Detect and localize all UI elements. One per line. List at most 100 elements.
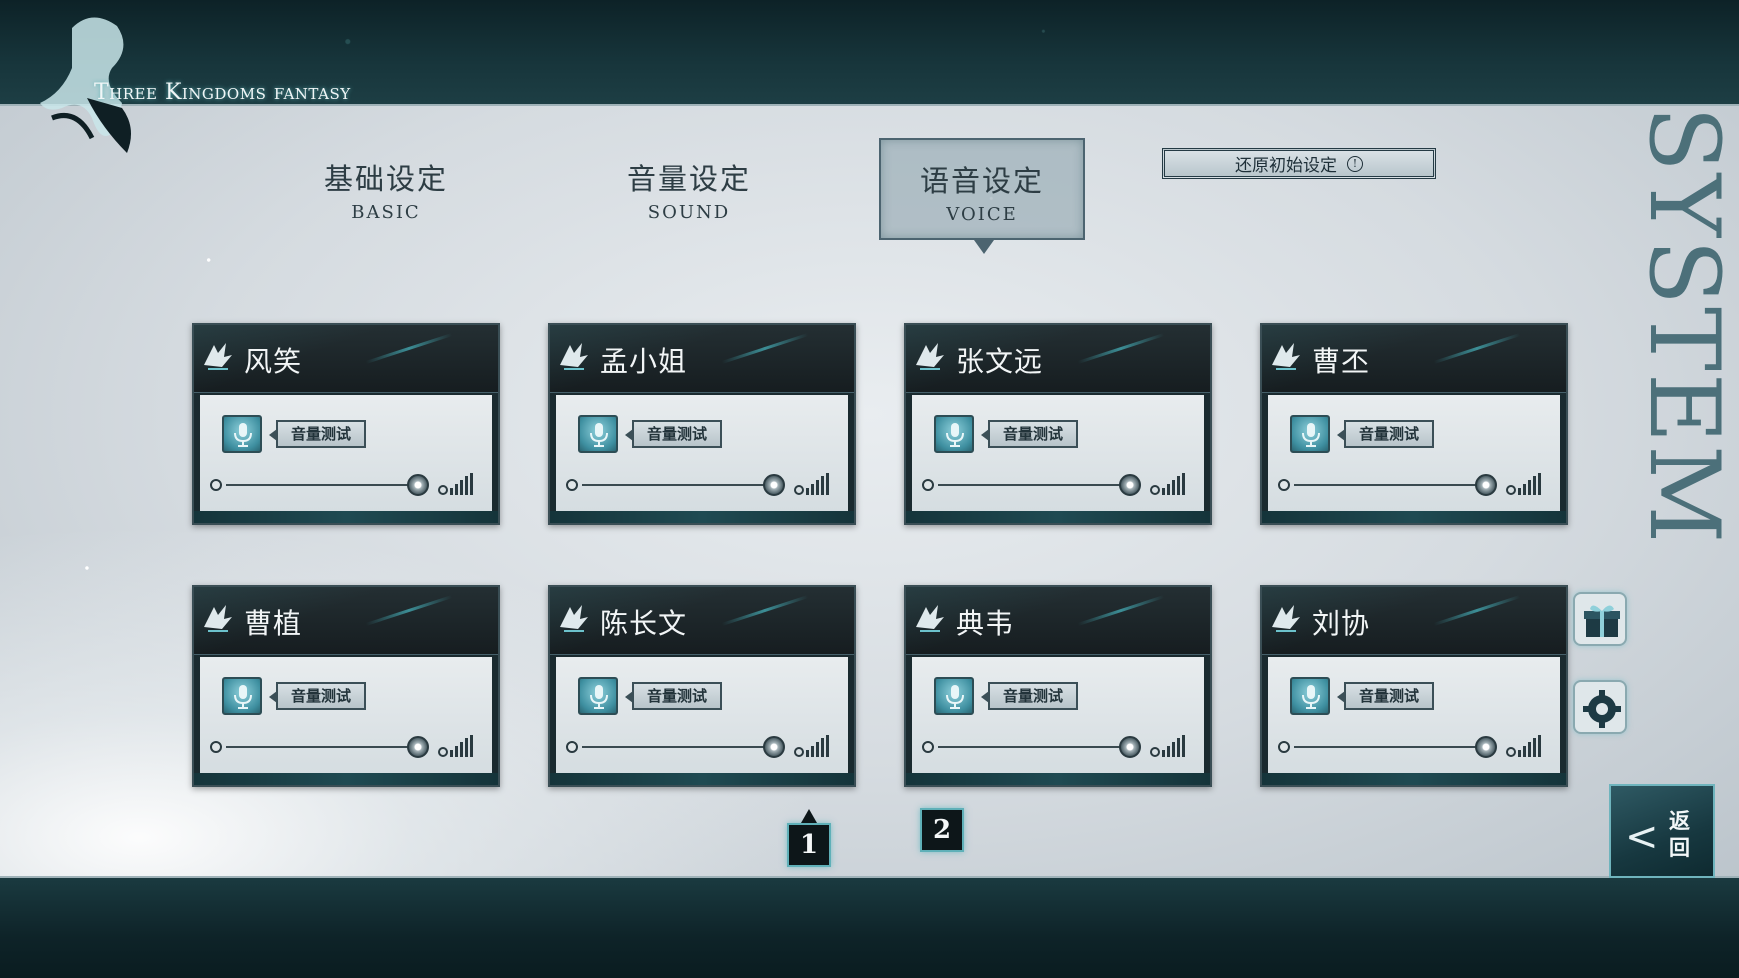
volume-test-button[interactable]: 音量测试	[981, 420, 1078, 448]
voice-card-body: 音量测试	[556, 395, 848, 511]
volume-slider[interactable]	[564, 735, 834, 759]
page-button-1[interactable]: 1	[787, 809, 831, 867]
volume-track[interactable]	[582, 746, 778, 748]
volume-test-button[interactable]: 音量测试	[269, 682, 366, 710]
tab-sound[interactable]: 音量设定 SOUND	[586, 138, 792, 240]
volume-min-icon	[566, 741, 578, 753]
volume-min-icon	[1278, 741, 1290, 753]
voice-card: 典韦 音量测试	[904, 585, 1212, 787]
voice-card: 曹植 音量测试	[192, 585, 500, 787]
microphone-icon	[590, 685, 608, 709]
microphone-icon	[1302, 685, 1320, 709]
volume-slider[interactable]	[208, 735, 478, 759]
character-emblem-icon	[916, 343, 944, 370]
voice-card-header: 刘协	[1262, 587, 1566, 655]
voice-card-body: 音量测试	[1268, 395, 1560, 511]
microphone-icon	[946, 423, 964, 447]
volume-test-button[interactable]: 音量测试	[625, 420, 722, 448]
settings-button[interactable]	[1573, 680, 1627, 734]
volume-level-icon	[1150, 735, 1185, 757]
tab-voice[interactable]: 语音设定 VOICE	[879, 138, 1085, 254]
volume-min-icon	[210, 741, 222, 753]
voice-card: 刘协 音量测试	[1260, 585, 1568, 787]
voice-card: 孟小姐 音量测试	[548, 323, 856, 525]
mic-button[interactable]	[578, 677, 618, 715]
volume-test-button[interactable]: 音量测试	[981, 682, 1078, 710]
microphone-icon	[946, 685, 964, 709]
volume-track[interactable]	[938, 746, 1134, 748]
volume-level-icon	[1506, 473, 1541, 495]
tab-sound-cn: 音量设定	[626, 162, 751, 196]
back-button-label: 返回	[1669, 809, 1690, 860]
volume-slider[interactable]	[564, 473, 834, 497]
volume-knob[interactable]	[407, 474, 429, 496]
voice-card: 陈长文 音量测试	[548, 585, 856, 787]
volume-knob[interactable]	[407, 736, 429, 758]
volume-slider[interactable]	[920, 473, 1190, 497]
back-button[interactable]: < 返回	[1609, 784, 1715, 878]
character-name: 张文远	[956, 345, 1044, 378]
voice-card-footer	[906, 773, 1210, 785]
microphone-icon	[234, 685, 252, 709]
gift-icon	[1584, 605, 1620, 637]
logo-text: Three Kingdoms fantasy	[94, 80, 351, 105]
volume-track[interactable]	[582, 484, 778, 486]
character-emblem-icon	[560, 605, 588, 632]
mic-button[interactable]	[1290, 415, 1330, 453]
volume-knob[interactable]	[1119, 736, 1141, 758]
volume-track[interactable]	[1294, 484, 1490, 486]
character-name: 孟小姐	[600, 345, 688, 378]
character-emblem-icon	[1272, 343, 1300, 370]
volume-track[interactable]	[1294, 746, 1490, 748]
volume-level-icon	[438, 473, 473, 495]
volume-slider[interactable]	[208, 473, 478, 497]
reset-defaults-button[interactable]: 还原初始设定 !	[1162, 148, 1436, 179]
volume-knob[interactable]	[1475, 474, 1497, 496]
mic-button[interactable]	[934, 415, 974, 453]
tab-voice-cn: 语音设定	[919, 164, 1044, 198]
character-emblem-icon	[916, 605, 944, 632]
volume-min-icon	[922, 741, 934, 753]
voice-card-footer	[1262, 773, 1566, 785]
gift-button[interactable]	[1573, 592, 1627, 646]
voice-card-body: 音量测试	[1268, 657, 1560, 773]
volume-knob[interactable]	[1475, 736, 1497, 758]
volume-level-icon	[438, 735, 473, 757]
volume-level-icon	[1506, 735, 1541, 757]
tab-basic[interactable]: 基础设定 BASIC	[283, 138, 489, 240]
mic-button[interactable]	[1290, 677, 1330, 715]
character-emblem-icon	[1272, 605, 1300, 632]
volume-knob[interactable]	[763, 474, 785, 496]
volume-slider[interactable]	[1276, 735, 1546, 759]
volume-test-button[interactable]: 音量测试	[1337, 682, 1434, 710]
volume-knob[interactable]	[763, 736, 785, 758]
volume-track[interactable]	[226, 746, 422, 748]
mic-button[interactable]	[222, 415, 262, 453]
volume-slider[interactable]	[1276, 473, 1546, 497]
page-button-2[interactable]: 2	[920, 808, 964, 852]
tab-basic-cn: 基础设定	[323, 162, 448, 196]
volume-min-icon	[566, 479, 578, 491]
volume-knob[interactable]	[1119, 474, 1141, 496]
mic-button[interactable]	[934, 677, 974, 715]
volume-slider[interactable]	[920, 735, 1190, 759]
volume-test-button[interactable]: 音量测试	[269, 420, 366, 448]
gear-icon	[1583, 690, 1621, 728]
volume-min-icon	[210, 479, 222, 491]
volume-track[interactable]	[226, 484, 422, 486]
mic-button[interactable]	[222, 677, 262, 715]
volume-test-button[interactable]: 音量测试	[625, 682, 722, 710]
volume-track[interactable]	[938, 484, 1134, 486]
character-emblem-icon	[204, 605, 232, 632]
volume-test-button[interactable]: 音量测试	[1337, 420, 1434, 448]
volume-level-icon	[1150, 473, 1185, 495]
voice-card-header: 曹丕	[1262, 325, 1566, 393]
tab-basic-en: BASIC	[351, 202, 421, 223]
voice-card-header: 典韦	[906, 587, 1210, 655]
character-emblem-icon	[560, 343, 588, 370]
voice-card-footer	[1262, 511, 1566, 523]
mic-button[interactable]	[578, 415, 618, 453]
microphone-icon	[590, 423, 608, 447]
volume-min-icon	[1278, 479, 1290, 491]
voice-card-body: 音量测试	[200, 657, 492, 773]
